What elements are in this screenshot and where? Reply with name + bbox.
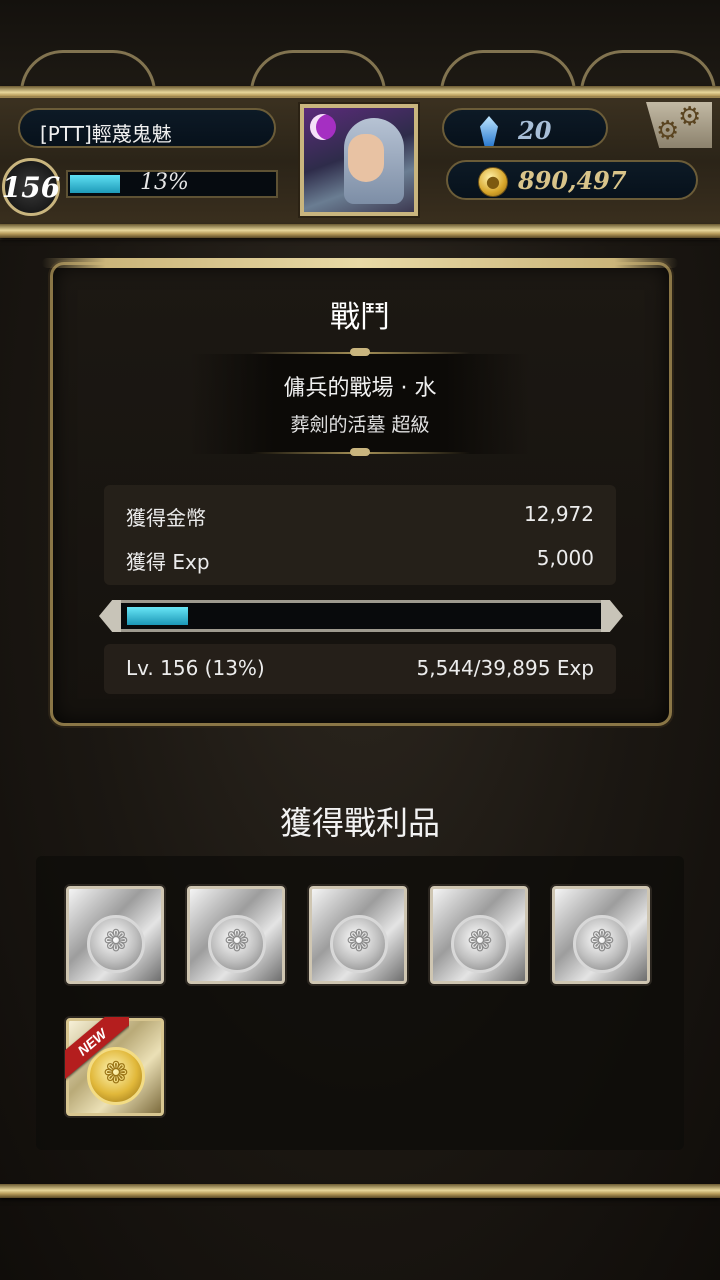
hud-trim	[0, 224, 720, 238]
player-exp-percent: 13%	[140, 170, 189, 195]
player-level-badge: 156	[2, 158, 60, 216]
loot-item-silver-coin-card[interactable]	[187, 886, 285, 984]
silver-coin-icon	[573, 915, 631, 973]
loot-item-silver-coin-card[interactable]	[309, 886, 407, 984]
loot-item-gold-coin-card[interactable]: NEW	[65, 1017, 164, 1116]
player-avatar[interactable]	[300, 104, 418, 216]
battle-exp-bar	[114, 600, 608, 632]
exp-reward-label: 獲得 Exp	[126, 550, 210, 574]
gold-count: 890,497	[518, 166, 627, 195]
player-name: [PTT]輕蔑鬼魅	[40, 122, 172, 146]
exp-reward-value: 5,000	[536, 546, 594, 570]
coin-icon: ●	[478, 167, 508, 197]
new-badge: NEW	[65, 1017, 129, 1081]
loot-item-silver-coin-card[interactable]	[430, 886, 528, 984]
new-badge-label: NEW	[65, 1017, 129, 1080]
silver-coin-icon	[451, 915, 509, 973]
stage-difficulty: 葬劍的活墓 超級	[290, 414, 430, 436]
loot-item-silver-coin-card[interactable]	[66, 886, 164, 984]
battle-title: 戰鬥	[330, 300, 390, 335]
silver-coin-icon	[87, 915, 145, 973]
exp-progress-label: 5,544/39,895 Exp	[416, 656, 595, 680]
gold-reward-value: 12,972	[524, 502, 594, 526]
stage-banner	[190, 354, 530, 454]
stage-name: 傭兵的戰場 · 水	[283, 376, 437, 401]
gold-reward-label: 獲得金幣	[126, 506, 206, 530]
crescent-moon-icon	[310, 114, 336, 140]
avatar-face	[348, 134, 384, 182]
gear-icon: ⚙	[656, 116, 680, 146]
bottom-trim	[0, 1184, 720, 1198]
loot-item-silver-coin-card[interactable]	[552, 886, 650, 984]
level-label: Lv. 156 (13%)	[126, 656, 265, 680]
player-exp-fill	[70, 175, 120, 193]
gem-count: 20	[518, 116, 552, 145]
divider-ornament	[350, 348, 370, 356]
battle-exp-fill	[127, 607, 188, 625]
top-hud: [PTT]輕蔑鬼魅 13% 156 20 ● 890,497 ⚙ ⚙	[0, 0, 720, 240]
gear-icon: ⚙	[678, 102, 702, 132]
silver-coin-icon	[208, 915, 266, 973]
loot-title: 獲得戰利品	[279, 804, 440, 842]
divider-ornament	[350, 448, 370, 456]
panel-ornament	[42, 258, 678, 268]
silver-coin-icon	[330, 915, 388, 973]
